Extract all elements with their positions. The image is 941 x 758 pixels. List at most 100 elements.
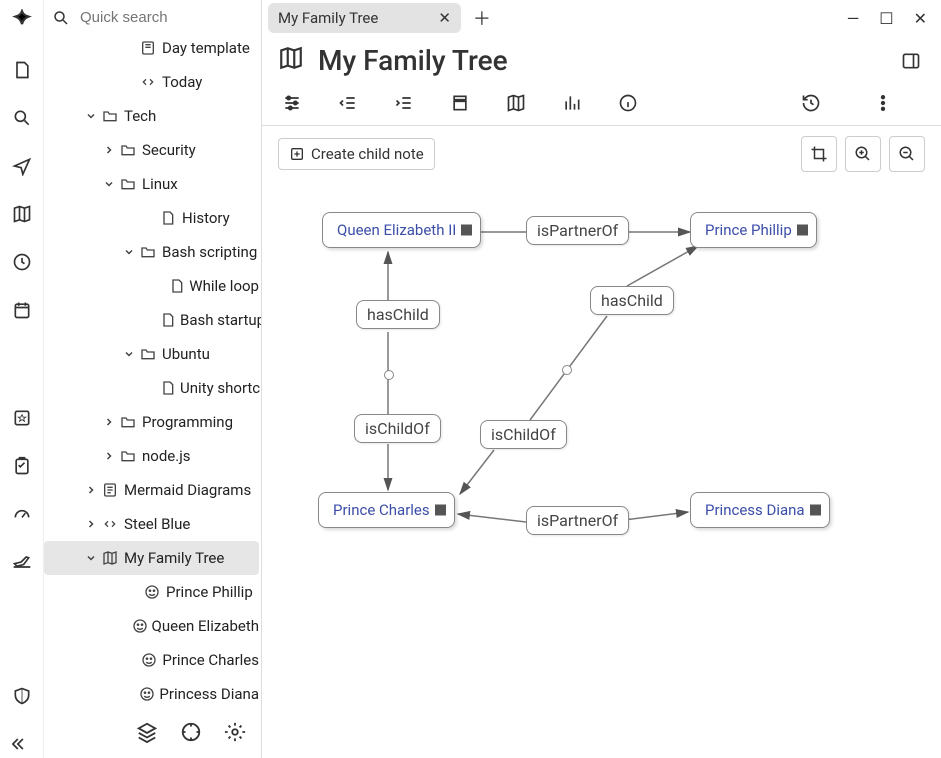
stack-icon[interactable] [446, 89, 474, 117]
code-icon [100, 516, 120, 532]
edge-is-partner-of[interactable]: isPartnerOf [526, 506, 629, 535]
edge-is-child-of[interactable]: isChildOf [480, 420, 567, 449]
caret-icon[interactable] [120, 246, 138, 258]
tree-item-label: While loop [189, 277, 259, 295]
window-close-button[interactable]: ✕ [914, 9, 927, 28]
tree-item[interactable]: Security [44, 133, 259, 167]
node-handle[interactable] [461, 225, 472, 236]
node-label: Princess Diana [705, 501, 805, 519]
info-icon[interactable] [614, 89, 642, 117]
tree-item[interactable]: Bash startup [44, 303, 259, 337]
edge-has-child[interactable]: hasChild [356, 300, 440, 329]
zoom-out-button[interactable] [889, 136, 925, 172]
node-prince-phillip[interactable]: Prince Phillip [690, 212, 817, 248]
tree-item[interactable]: Linux [44, 167, 259, 201]
node-handle[interactable] [810, 505, 821, 516]
history-icon[interactable] [797, 89, 825, 117]
tab-my-family-tree[interactable]: My Family Tree ✕ [268, 3, 461, 33]
tree-item-label: node.js [142, 447, 191, 465]
window-maximize-button[interactable]: ☐ [879, 9, 893, 28]
outdent-icon[interactable] [334, 89, 362, 117]
search-icon [52, 9, 70, 27]
caret-icon[interactable] [120, 348, 138, 360]
map-icon[interactable] [8, 200, 36, 228]
caret-icon[interactable] [82, 518, 100, 530]
indent-icon[interactable] [390, 89, 418, 117]
gear-icon[interactable] [221, 718, 249, 746]
folder-icon [118, 414, 138, 430]
shield-icon[interactable] [8, 682, 36, 710]
tree-item-label: Today [162, 73, 202, 91]
caret-icon[interactable] [82, 484, 100, 496]
tree-item-label: Prince Charles [162, 651, 259, 669]
tree-item[interactable]: Bash scripting [44, 235, 259, 269]
tree-item[interactable]: Steel Blue [44, 507, 259, 541]
node-princess-diana[interactable]: Princess Diana [690, 492, 830, 528]
layers-icon[interactable] [133, 718, 161, 746]
tree-item[interactable]: Tech [44, 99, 259, 133]
folder-icon [118, 448, 138, 464]
tree-item[interactable]: Programming [44, 405, 259, 439]
tree-item[interactable]: Unity shortcuts [44, 371, 259, 405]
person-icon [140, 652, 158, 668]
caret-icon[interactable] [100, 144, 118, 156]
tree-item[interactable]: Ubuntu [44, 337, 259, 371]
caret-icon[interactable] [100, 178, 118, 190]
tree-item-label: Ubuntu [162, 345, 210, 363]
search-input[interactable] [78, 8, 262, 27]
tree-item[interactable]: Prince Phillip [44, 575, 259, 609]
search-button[interactable] [8, 104, 36, 132]
graph-canvas[interactable]: Queen Elizabeth II Prince Phillip Prince… [262, 182, 941, 758]
new-tab-button[interactable]: ＋ [473, 5, 491, 31]
edge-has-child[interactable]: hasChild [590, 286, 674, 315]
close-tab-button[interactable]: ✕ [438, 9, 451, 27]
sliders-icon[interactable] [278, 89, 306, 117]
tree-item[interactable]: node.js [44, 439, 259, 473]
folder-icon [138, 346, 158, 362]
tree-item[interactable]: Mermaid Diagrams [44, 473, 259, 507]
tree-item[interactable]: Today [44, 65, 259, 99]
tree-item[interactable]: Day template [44, 31, 259, 65]
tree-item-label: Security [142, 141, 196, 159]
caret-icon[interactable] [100, 416, 118, 428]
new-note-button[interactable] [8, 56, 36, 84]
history-icon[interactable] [8, 248, 36, 276]
calendar-icon[interactable] [8, 296, 36, 324]
clipboard-icon[interactable] [8, 452, 36, 480]
tree-item[interactable]: My Family Tree [44, 541, 259, 575]
tree-item[interactable]: History [44, 201, 259, 235]
collapse-sidebar-button[interactable] [8, 730, 36, 758]
edge-is-partner-of[interactable]: isPartnerOf [526, 216, 629, 245]
tree-item-label: Queen Elizabeth [152, 617, 259, 635]
note-icon [160, 380, 176, 396]
edge-is-child-of[interactable]: isChildOf [354, 414, 441, 443]
tree-item[interactable]: Princess Diana [44, 677, 259, 711]
create-child-note-button[interactable]: Create child note [278, 138, 435, 170]
node-prince-charles[interactable]: Prince Charles [318, 492, 455, 528]
caret-icon[interactable] [100, 450, 118, 462]
more-icon[interactable] [869, 89, 897, 117]
caret-icon[interactable] [82, 552, 100, 564]
node-handle[interactable] [797, 225, 808, 236]
send-icon[interactable] [8, 152, 36, 180]
window-minimize-button[interactable]: — [847, 9, 860, 28]
crop-button[interactable] [801, 136, 837, 172]
map-icon [100, 550, 120, 566]
chart-icon[interactable] [558, 89, 586, 117]
takeoff-icon[interactable] [8, 548, 36, 576]
tree-item[interactable]: While loop [44, 269, 259, 303]
gauge-icon[interactable] [8, 500, 36, 528]
panel-toggle-button[interactable] [897, 47, 925, 75]
zoom-in-button[interactable] [845, 136, 881, 172]
tree-item-label: Unity shortcuts [180, 379, 261, 397]
favorite-icon[interactable] [8, 404, 36, 432]
node-queen-elizabeth[interactable]: Queen Elizabeth II [322, 212, 481, 248]
map-view-icon[interactable] [502, 89, 530, 117]
target-icon[interactable] [177, 718, 205, 746]
caret-icon[interactable] [82, 110, 100, 122]
tree-item[interactable]: Prince Charles [44, 643, 259, 677]
tree-item[interactable]: Queen Elizabeth [44, 609, 259, 643]
tree-item-label: Steel Blue [124, 515, 190, 533]
node-handle[interactable] [435, 505, 446, 516]
tree-item-label: Linux [142, 175, 178, 193]
